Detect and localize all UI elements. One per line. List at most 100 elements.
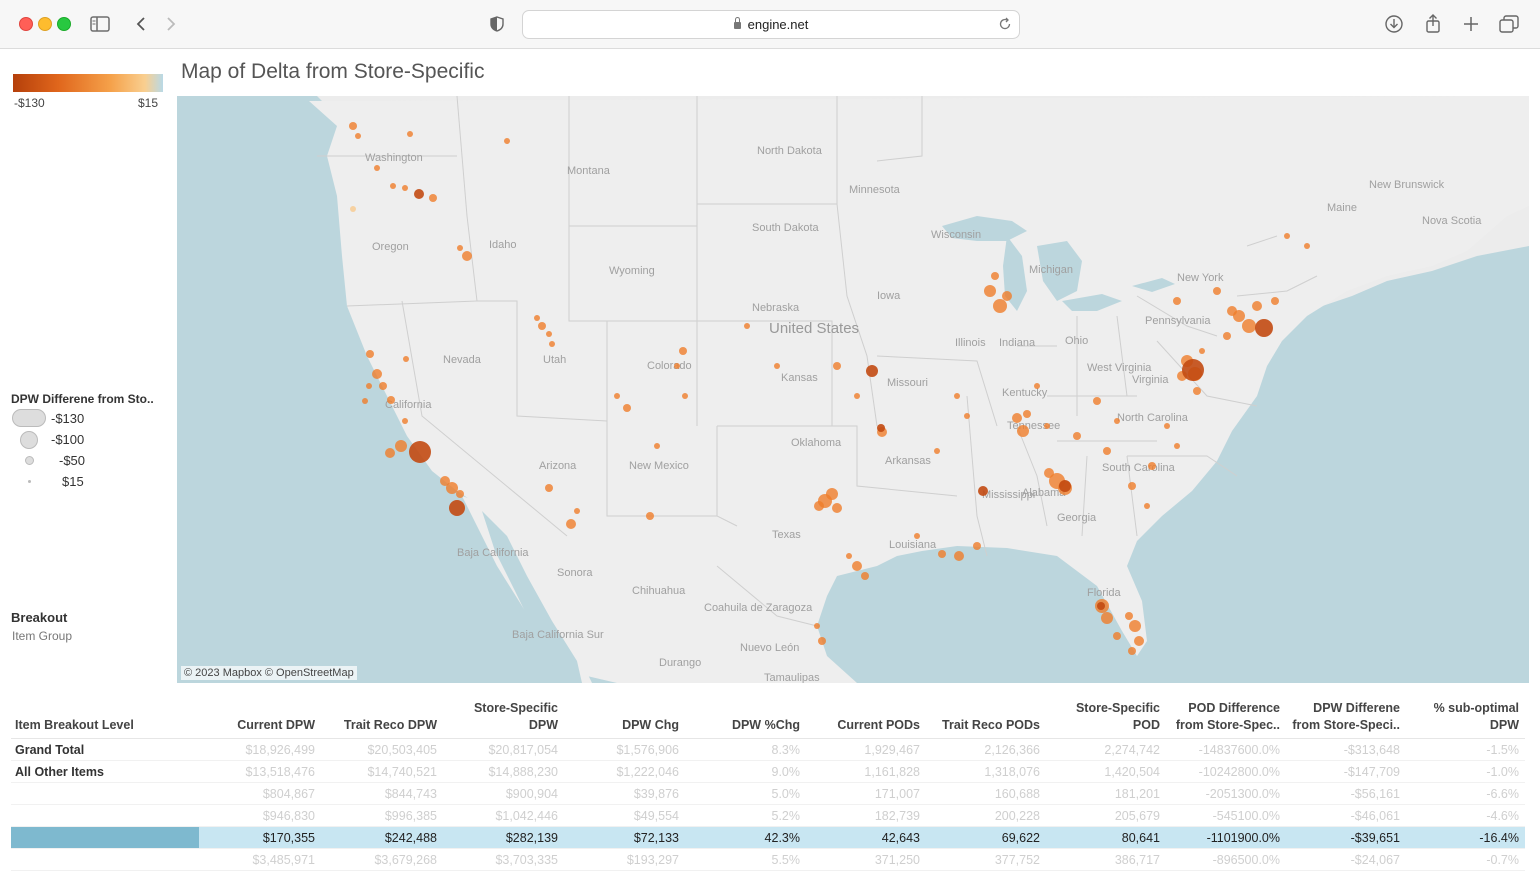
- column-header[interactable]: Current DPW: [199, 698, 321, 739]
- map-label: Nova Scotia: [1422, 215, 1482, 227]
- table-body: Grand Total $18,926,499 $20,503,405 $20,817…: [11, 738, 1525, 871]
- map-label: Kansas: [781, 372, 818, 384]
- table-cell: -$147,709: [1286, 760, 1406, 783]
- table-cell: $1,222,046: [564, 760, 685, 783]
- row-label: [11, 804, 199, 827]
- map-label: Pennsylvania: [1145, 315, 1211, 327]
- table-cell: 1,318,076: [926, 760, 1046, 783]
- column-header[interactable]: Trait Reco PODs: [926, 698, 1046, 739]
- table-cell: 5.5%: [685, 848, 806, 871]
- table-cell: $49,554: [564, 804, 685, 827]
- map-label: Wisconsin: [931, 229, 981, 241]
- table-cell: $20,503,405: [321, 738, 443, 761]
- table-row[interactable]: $946,830 $996,385 $1,042,446 $49,554 5.2% 182…: [11, 804, 1525, 827]
- table-cell: $804,867: [199, 782, 321, 805]
- size-legend-item: -$100: [51, 432, 85, 447]
- map-label: Baja California: [457, 547, 529, 559]
- table-cell: 42.3%: [685, 826, 806, 849]
- map-label: Utah: [543, 354, 566, 366]
- map-label: Maine: [1327, 202, 1357, 214]
- column-header[interactable]: Item Breakout Level: [11, 698, 199, 739]
- table-cell: $242,488: [321, 826, 443, 849]
- table-cell: -$24,067: [1286, 848, 1406, 871]
- table-cell: -1.0%: [1406, 760, 1525, 783]
- table-cell: 371,250: [806, 848, 926, 871]
- map-label: Idaho: [489, 239, 517, 251]
- new-tab-icon[interactable]: [1460, 12, 1482, 36]
- address-bar[interactable]: engine.net: [522, 10, 1020, 39]
- map-label: Minnesota: [849, 184, 901, 196]
- table-row[interactable]: All Other Items $13,518,476 $14,740,521 $14…: [11, 760, 1525, 783]
- table-cell: 5.0%: [685, 782, 806, 805]
- zoom-window-button[interactable]: [57, 17, 71, 31]
- sidebar-toggle-icon[interactable]: [89, 12, 111, 36]
- column-header[interactable]: DPW Differene from Store-Speci..: [1286, 698, 1406, 739]
- size-legend-bubble-small: [25, 456, 34, 465]
- close-window-button[interactable]: [19, 17, 33, 31]
- table-cell: 8.3%: [685, 738, 806, 761]
- table-row[interactable]: $170,355 $242,488 $282,139 $72,133 42.3% 42,6…: [11, 826, 1525, 849]
- reload-icon[interactable]: [998, 16, 1012, 37]
- map-label: Arizona: [539, 460, 577, 472]
- map-label: Nebraska: [752, 302, 800, 314]
- column-header[interactable]: Current PODs: [806, 698, 926, 739]
- table-cell: $3,485,971: [199, 848, 321, 871]
- table-cell: $1,576,906: [564, 738, 685, 761]
- map-label: North Carolina: [1117, 412, 1189, 424]
- dashboard-title: Map of Delta from Store-Specific: [181, 60, 485, 83]
- map-label: Florida: [1087, 587, 1122, 599]
- table-cell: -2051300.0%: [1166, 782, 1286, 805]
- map-label: Ohio: [1065, 335, 1088, 347]
- table-cell: $844,743: [321, 782, 443, 805]
- row-label: [11, 848, 199, 871]
- table-row[interactable]: $804,867 $844,743 $900,904 $39,876 5.0% 171,0…: [11, 782, 1525, 805]
- map-label: Washington: [365, 152, 423, 164]
- map-label: New York: [1177, 272, 1224, 284]
- map-label: Chihuahua: [632, 585, 686, 597]
- store-map[interactable]: Washington Oregon Idaho Montana Wyoming …: [177, 96, 1529, 683]
- minimize-window-button[interactable]: [38, 17, 52, 31]
- column-header[interactable]: DPW Chg: [564, 698, 685, 739]
- privacy-shield-icon[interactable]: [487, 12, 507, 36]
- table-cell: 2,126,366: [926, 738, 1046, 761]
- browser-toolbar: engine.net: [0, 0, 1540, 49]
- column-header[interactable]: Store-Specific DPW: [443, 698, 564, 739]
- map-label: Tamaulipas: [764, 672, 820, 683]
- size-legend-bubble-tiny: [28, 480, 31, 483]
- forward-icon[interactable]: [163, 12, 179, 36]
- map-label: Louisiana: [889, 539, 937, 551]
- download-icon[interactable]: [1383, 12, 1405, 36]
- table-cell: -$46,061: [1286, 804, 1406, 827]
- map-label: Nuevo León: [740, 642, 799, 654]
- size-legend-item: -$130: [51, 411, 85, 426]
- share-icon[interactable]: [1422, 12, 1444, 36]
- back-icon[interactable]: [133, 12, 149, 36]
- map-label: West Virginia: [1087, 362, 1152, 374]
- size-legend-item: $15: [62, 474, 84, 489]
- table-cell: 1,929,467: [806, 738, 926, 761]
- column-header[interactable]: Trait Reco DPW: [321, 698, 443, 739]
- column-header[interactable]: DPW %Chg: [685, 698, 806, 739]
- tab-overview-icon[interactable]: [1498, 12, 1520, 36]
- table-cell: $996,385: [321, 804, 443, 827]
- size-legend-bubble-large: [12, 409, 46, 427]
- table-cell: $193,297: [564, 848, 685, 871]
- column-header[interactable]: POD Difference from Store-Spec..: [1166, 698, 1286, 739]
- column-header[interactable]: Store-Specific POD: [1046, 698, 1166, 739]
- color-legend-max: $15: [138, 96, 159, 110]
- map-label-country: United States: [769, 320, 859, 337]
- table-cell: -$39,651: [1286, 826, 1406, 849]
- table-cell: 200,228: [926, 804, 1046, 827]
- table-cell: $946,830: [199, 804, 321, 827]
- table-cell: -1101900.0%: [1166, 826, 1286, 849]
- map-label: Texas: [772, 529, 801, 541]
- table-row[interactable]: Grand Total $18,926,499 $20,503,405 $20,817…: [11, 738, 1525, 761]
- table-row[interactable]: $3,485,971 $3,679,268 $3,703,335 $193,297 5.…: [11, 848, 1525, 871]
- table-cell: $1,042,446: [443, 804, 564, 827]
- size-legend-bubble-medium: [20, 431, 38, 449]
- color-legend-gradient: [13, 74, 163, 92]
- map-label: Montana: [567, 165, 611, 177]
- table-cell: 5.2%: [685, 804, 806, 827]
- column-header[interactable]: % sub-optimal DPW: [1406, 698, 1525, 739]
- breakout-item-group[interactable]: Item Group: [12, 629, 72, 643]
